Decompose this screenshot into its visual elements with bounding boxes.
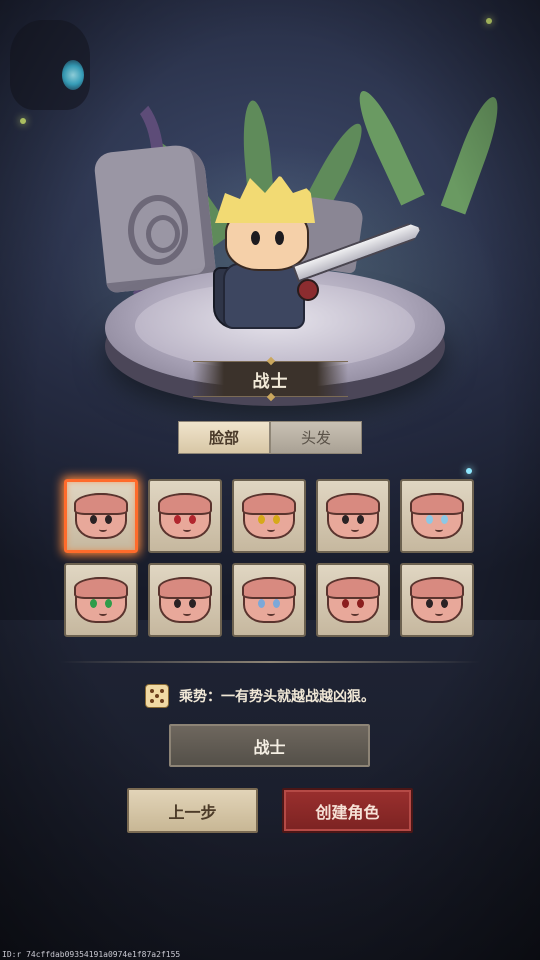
face-mouth [435,527,443,532]
face-eye [441,599,448,608]
class-select-button[interactable]: 战士 [169,724,370,767]
face-mouth [99,527,107,532]
face-eye [426,515,433,524]
plant-leaf [350,85,425,206]
armor [223,263,305,329]
spiral-rune [128,195,188,265]
face-option[interactable] [232,479,306,553]
face-eye [258,515,265,524]
face-eye [426,599,433,608]
face-eye [357,515,364,524]
customization-tabs: 脸部 头发 [178,421,362,454]
face-portrait [158,493,212,539]
face-option[interactable] [400,479,474,553]
face-eye [189,515,196,524]
face-eye [273,599,280,608]
trait-description: 乘势：一有势头就越战越凶狠。 [179,689,375,705]
plant-leaf [440,92,507,215]
face-portrait [242,577,296,623]
dice-icon[interactable] [145,684,169,708]
sword-hilt [297,279,319,301]
face-option[interactable] [232,563,306,637]
face-eye [342,599,349,608]
face-mouth [351,611,359,616]
face-eye [174,515,181,524]
face-portrait [326,577,380,623]
face-option[interactable] [400,563,474,637]
face-eye [90,515,97,524]
face-mouth [267,611,275,616]
face-portrait [410,577,464,623]
face-eye [174,599,181,608]
face-mouth [183,527,191,532]
hero-eye [251,231,260,245]
class-title: 战士 [252,371,289,392]
previous-step-button[interactable]: 上一步 [127,788,258,833]
face-mouth [99,611,107,616]
face-option[interactable] [64,563,138,637]
face-option[interactable] [316,563,390,637]
face-portrait [326,493,380,539]
firefly [486,18,492,24]
divider [60,661,480,663]
trait-line: 乘势：一有势头就越战越凶狠。 [145,684,375,708]
face-portrait [74,493,128,539]
hero-eye [275,231,284,245]
face-eye [105,515,112,524]
face-mouth [351,527,359,532]
face-mouth [435,611,443,616]
warrior-character [205,175,355,345]
creature-eye [62,60,84,90]
face-eye [441,515,448,524]
tab-face[interactable]: 脸部 [178,421,270,454]
firefly [20,118,26,124]
face-eye [258,599,265,608]
face-portrait [410,493,464,539]
create-character-button[interactable]: 创建角色 [282,788,413,833]
face-portrait [242,493,296,539]
face-eye [105,599,112,608]
face-mouth [267,527,275,532]
bottom-panel-background [0,620,540,960]
face-eye [357,599,364,608]
class-name-banner: 战士 [193,356,348,402]
session-id: ID:r 74cffdab09354191a0974e1f87a2f155 [2,950,181,959]
face-eye [342,515,349,524]
firefly [466,468,472,474]
face-mouth [183,611,191,616]
tab-hair[interactable]: 头发 [270,421,362,454]
shadow-creature [10,20,90,110]
face-eye [90,599,97,608]
face-option[interactable] [148,563,222,637]
face-portrait [158,577,212,623]
face-option[interactable] [148,479,222,553]
face-portrait [74,577,128,623]
face-options-grid [64,479,476,637]
face-option[interactable] [316,479,390,553]
face-eye [273,515,280,524]
face-option[interactable] [64,479,138,553]
face-eye [189,599,196,608]
